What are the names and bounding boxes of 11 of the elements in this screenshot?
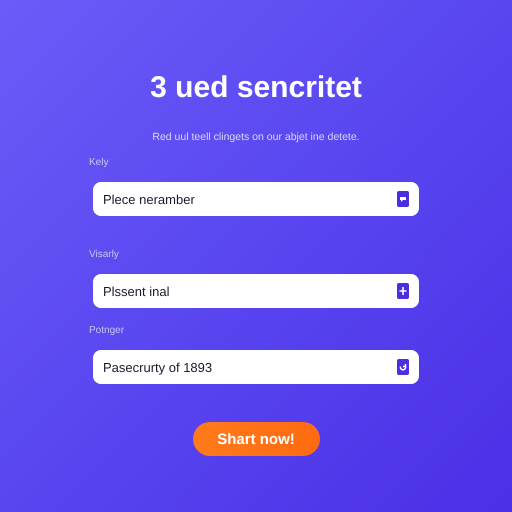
refresh-icon[interactable]: [397, 359, 409, 375]
input-field[interactable]: Plssent inal: [93, 274, 419, 308]
field-label: Visarly: [89, 248, 119, 262]
input-field[interactable]: Plece neramber: [93, 182, 419, 216]
field-label: Potnger: [89, 324, 124, 338]
input-field[interactable]: Pasecrurty of 1893: [93, 350, 419, 384]
field-label: Kely: [89, 156, 108, 170]
page-title: 3 ued sencritet: [150, 70, 362, 106]
subtitle: Red uul teell clingets on our abjet ine detete.: [152, 130, 360, 144]
plus-icon[interactable]: [397, 283, 409, 299]
chat-icon[interactable]: [397, 191, 409, 207]
